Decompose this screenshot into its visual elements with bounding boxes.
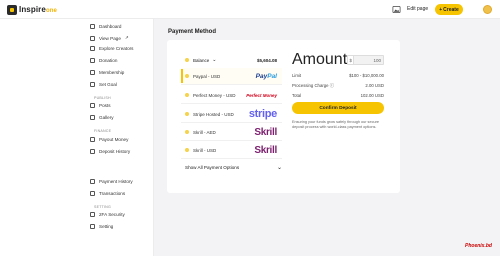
- view-page-icon: [90, 35, 95, 41]
- chevron-down-icon: ⌄: [212, 57, 217, 63]
- sidebar-item-dashboard[interactable]: Dashboard: [90, 24, 121, 29]
- sidebar-item-deposit-history[interactable]: Deposit History: [90, 149, 130, 154]
- option-dot-icon: [185, 130, 189, 134]
- sidebar-item-payment-history[interactable]: Payment History: [90, 179, 133, 184]
- confirm-deposit-button[interactable]: Confirm Deposit: [292, 102, 384, 114]
- deposit-history-icon: [90, 149, 95, 154]
- sidebar-item-posts[interactable]: Posts: [90, 103, 111, 108]
- payment-option-stripe-hosted-usd[interactable]: Stripe Hosted - USD stripe: [181, 106, 282, 123]
- processing-charge-value: 2.00 USD: [365, 83, 384, 88]
- dashboard-icon: [90, 24, 95, 29]
- sidebar-item-payout-money[interactable]: Payout Money: [90, 137, 128, 142]
- sidebar-item-2fa-security[interactable]: 2FA Security: [90, 212, 125, 217]
- show-all-label: Show All Payment Options: [185, 165, 240, 170]
- skrill-logo: Skrill: [254, 126, 277, 138]
- payment-option-perfect-money-usd[interactable]: Perfect Money - USD Perfect Money: [181, 87, 282, 104]
- balance-selector[interactable]: Balance ⌄ $5,604.08: [181, 54, 282, 66]
- goal-icon: [90, 82, 95, 87]
- option-dot-icon: [185, 112, 189, 116]
- brand-suffix: one: [45, 8, 57, 14]
- gear-icon: [90, 224, 95, 229]
- membership-icon: [90, 70, 95, 75]
- donation-icon: [90, 58, 95, 63]
- posts-icon: [90, 103, 95, 108]
- payout-icon: [90, 137, 95, 142]
- sidebar: Dashboard View Page ↗ Explore Creators Do…: [0, 19, 154, 256]
- total-row: Total 102.00 USD: [292, 93, 384, 98]
- gallery-icon: [90, 115, 95, 120]
- sidebar-item-view-page[interactable]: View Page ↗: [90, 35, 129, 41]
- top-bar: Inspireone Edit page + Create: [0, 0, 500, 19]
- sidebar-item-donation[interactable]: Donation: [90, 58, 117, 63]
- show-all-payment-options[interactable]: Show All Payment Options ⌄: [185, 164, 282, 171]
- sidebar-item-set-goal[interactable]: Set Goal: [90, 82, 117, 87]
- sidebar-item-setting[interactable]: Setting: [90, 224, 113, 229]
- sidebar-item-explore-creators[interactable]: Explore Creators: [90, 46, 133, 51]
- option-label: Skrill - AED: [193, 129, 216, 135]
- logo-mark-icon: [7, 4, 17, 15]
- balance-dot-icon: [185, 58, 189, 62]
- avatar[interactable]: [483, 5, 492, 14]
- amount-input[interactable]: $ 100: [347, 55, 384, 65]
- payment-option-skrill-usd[interactable]: Skrill - USD Skrill: [181, 142, 282, 159]
- chevron-down-icon: ⌄: [276, 165, 282, 171]
- sidebar-item-membership[interactable]: Membership: [90, 70, 124, 75]
- payment-option-skrill-aed[interactable]: Skrill - AED Skrill: [181, 124, 282, 141]
- payment-history-icon: [90, 179, 95, 184]
- balance-value: $5,604.08: [256, 57, 277, 63]
- watermark: Phoenix.bd: [465, 243, 492, 249]
- amount-row: Amount $ 100: [292, 51, 384, 68]
- option-dot-icon: [185, 93, 189, 97]
- section-setting: SETTING: [94, 205, 111, 209]
- option-dot-icon: [185, 74, 189, 78]
- sidebar-item-transactions[interactable]: Transactions: [90, 191, 125, 196]
- image-gallery-icon[interactable]: [392, 5, 401, 14]
- total-value: 102.00 USD: [360, 93, 384, 98]
- option-label: Stripe Hosted - USD: [193, 111, 234, 117]
- limit-row: Limit $100 - $10,000.00: [292, 73, 384, 78]
- processing-charge-row: Processing Charge ⓘ 2.00 USD: [292, 83, 384, 89]
- total-label: Total: [292, 93, 302, 98]
- create-button[interactable]: + Create: [435, 4, 463, 15]
- explore-icon: [90, 46, 95, 51]
- processing-charge-label: Processing Charge: [292, 83, 329, 88]
- shield-icon: [90, 212, 95, 217]
- stripe-logo: stripe: [248, 108, 277, 120]
- option-dot-icon: [185, 148, 189, 152]
- deposit-notice: Ensuring your funds grow safely through …: [292, 120, 379, 129]
- brand-logo[interactable]: Inspireone: [7, 4, 57, 15]
- amount-value[interactable]: 100: [354, 56, 383, 64]
- payment-option-paypal-usd[interactable]: Paypal - USD PayPal: [181, 68, 282, 85]
- page-title: Payment Method: [168, 29, 217, 35]
- sidebar-item-gallery[interactable]: Gallery: [90, 115, 114, 120]
- section-finance: FINANCE: [94, 129, 112, 133]
- balance-label: Balance: [193, 57, 210, 63]
- limit-label: Limit: [292, 73, 302, 78]
- info-icon[interactable]: ⓘ: [330, 83, 334, 88]
- amount-label: Amount: [292, 51, 348, 68]
- skrill-logo: Skrill: [254, 144, 277, 156]
- external-link-icon: ↗: [124, 35, 129, 40]
- brand-name: Inspire: [19, 5, 46, 14]
- section-publish: PUBLISH: [94, 96, 111, 100]
- limit-value: $100 - $10,000.00: [349, 73, 384, 78]
- edit-page-link[interactable]: Edit page: [407, 6, 428, 12]
- create-label: Create: [443, 6, 459, 13]
- option-label: Perfect Money - USD: [193, 92, 236, 98]
- transactions-icon: [90, 191, 95, 196]
- option-label: Skrill - USD: [193, 147, 217, 153]
- paypal-logo: PayPal: [255, 72, 277, 80]
- perfect-money-logo: Perfect Money: [246, 92, 277, 98]
- plus-icon: +: [439, 6, 443, 13]
- option-label: Paypal - USD: [193, 73, 221, 79]
